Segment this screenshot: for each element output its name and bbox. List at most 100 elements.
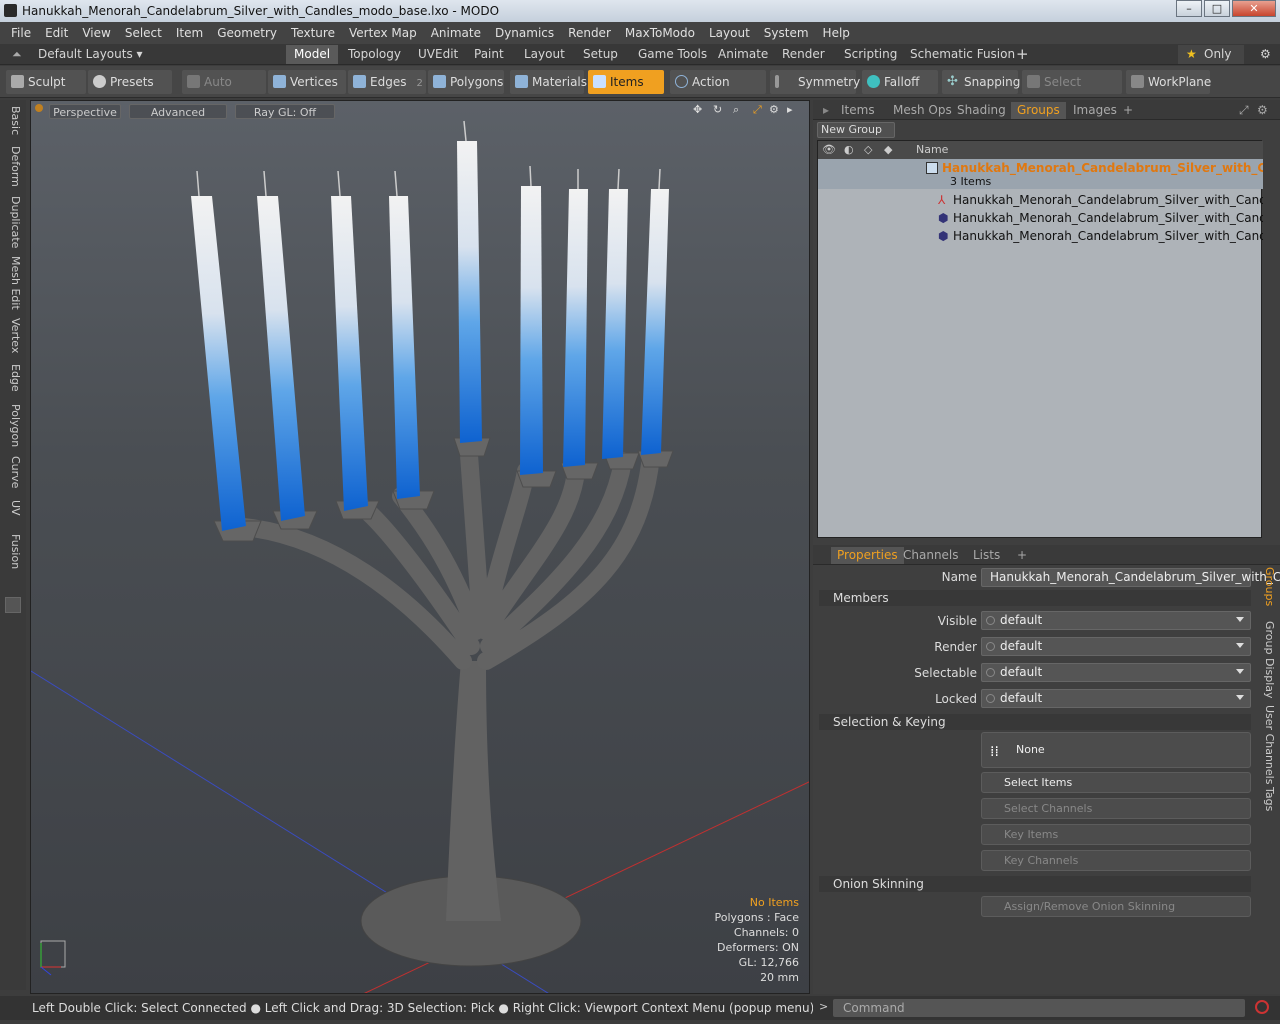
rotate-icon[interactable]: ↻ [713,103,722,116]
menu-dynamics[interactable]: Dynamics [488,26,561,40]
tab-paint[interactable]: Paint [466,45,512,64]
none-button[interactable]: ⁞⁞ None [981,732,1251,768]
tab-polygon[interactable]: Polygon [4,404,22,447]
add-tab-button[interactable]: + [1008,45,1037,64]
selectable-select[interactable]: default [981,663,1251,682]
menu-geometry[interactable]: Geometry [210,26,284,40]
tab-render[interactable]: Render [774,45,833,64]
lock-column-icon[interactable]: ◇ [864,141,872,159]
group-member-row[interactable]: ⬢ Hanukkah_Menorah_Candelabrum_Silver_wi… [818,227,1263,245]
onion-skinning-button[interactable]: Assign/Remove Onion Skinning [981,896,1251,917]
visible-select[interactable]: default [981,611,1251,630]
visible-column-icon[interactable]: 👁 [822,141,836,159]
menu-texture[interactable]: Texture [284,26,342,40]
view-type-button[interactable]: Perspective [49,104,121,119]
select-channels-button[interactable]: Select Channels [981,798,1251,819]
tab-duplicate[interactable]: Duplicate [4,196,22,248]
group-name-field[interactable]: Hanukkah_Menorah_Candelabrum_Silver_with… [981,568,1280,587]
render-column-icon[interactable]: ◐ [844,141,854,159]
tab-uv[interactable]: UV [4,500,22,516]
tab-scripting[interactable]: Scripting [836,45,905,64]
tab-topology[interactable]: Topology [340,45,409,64]
key-channels-button[interactable]: Key Channels [981,850,1251,871]
raygl-button[interactable]: Ray GL: Off [235,104,335,119]
shading-mode-button[interactable]: Advanced [129,104,227,119]
tab-lists[interactable]: Lists [967,547,1006,564]
workplane-button[interactable]: WorkPlane [1126,70,1211,94]
menu-maxtomodo[interactable]: MaxToModo [618,26,702,40]
menu-edit[interactable]: Edit [38,26,75,40]
select-through-button[interactable]: Select Through [1022,70,1122,113]
menu-layout[interactable]: Layout [702,26,757,40]
tab-layout[interactable]: Layout [516,45,573,64]
panel-menu-icon[interactable]: ▸ [817,102,835,119]
group-member-row[interactable]: ⅄ Hanukkah_Menorah_Candelabrum_Silver_wi… [818,191,1263,209]
gear-icon[interactable]: ⚙ [1252,45,1279,64]
zoom-icon[interactable]: ⌕ [733,103,739,117]
viewport-expand-icon[interactable]: ▸ [787,103,793,116]
falloff-button[interactable]: Falloff [862,70,938,94]
presets-button[interactable]: Presets F6 [88,70,172,113]
viewport-menu-icon[interactable] [35,104,43,112]
menu-vertex-map[interactable]: Vertex Map [342,26,424,40]
add-properties-tab-button[interactable]: + [1011,547,1033,564]
add-panel-tab-button[interactable]: + [1117,102,1139,119]
render-select[interactable]: default [981,637,1251,656]
side-tab-groups[interactable]: Groups [1258,567,1276,606]
maximize-button[interactable]: □ [1204,0,1230,17]
tab-uvedit[interactable]: UVEdit [410,45,466,64]
edges-button[interactable]: Edges 2 [348,70,426,94]
tab-basic[interactable]: Basic [4,106,22,135]
selection-keying-section[interactable]: Selection & Keying [819,714,1251,730]
tab-mesh-ops[interactable]: Mesh Ops [887,102,958,119]
tab-properties[interactable]: Properties [831,547,904,564]
command-input[interactable]: Command [833,999,1245,1017]
menu-file[interactable]: File [4,26,38,40]
auto-select-button[interactable]: Auto Select [182,70,266,113]
tab-model[interactable]: Model [286,45,339,64]
menu-render[interactable]: Render [561,26,618,40]
tab-schematic-fusion[interactable]: Schematic Fusion [902,45,1023,64]
viewport-settings-icon[interactable]: ⚙ [769,103,779,116]
tab-channels[interactable]: Channels [897,547,965,564]
sculpt-button[interactable]: Sculpt [6,70,86,94]
pan-icon[interactable]: ✥ [693,103,702,116]
materials-button[interactable]: Materials [510,70,587,94]
tab-vertex[interactable]: Vertex [4,318,22,353]
items-button[interactable]: Items [588,70,664,94]
tab-game-tools[interactable]: Game Tools [630,45,715,64]
tab-deform[interactable]: Deform [4,146,22,187]
tab-edge[interactable]: Edge [4,364,22,392]
panel-gear-icon[interactable]: ⚙ [1251,102,1274,119]
layout-collapse-icon[interactable]: ⏶ [4,45,30,64]
select-items-button[interactable]: Select Items [981,772,1251,793]
members-section[interactable]: Members [819,590,1251,606]
record-icon[interactable] [1255,1000,1269,1014]
close-button[interactable]: ✕ [1232,0,1276,17]
polygons-button[interactable]: Polygons [428,70,504,94]
action-center-button[interactable]: Action Center [670,70,766,113]
group-member-row[interactable]: ⬢ Hanukkah_Menorah_Candelabrum_Silver_wi… [818,209,1263,227]
menu-help[interactable]: Help [816,26,857,40]
fit-icon[interactable]: ⤢ [753,103,762,117]
only-toggle[interactable]: ★ Only [1178,45,1244,64]
3d-viewport[interactable]: Perspective Advanced Ray GL: Off ✥ ↻ ⌕ ⤢… [30,100,810,994]
tab-shading[interactable]: Shading [951,102,1012,119]
key-items-button[interactable]: Key Items [981,824,1251,845]
menu-item[interactable]: Item [169,26,210,40]
tab-groups[interactable]: Groups [1011,102,1066,119]
menu-system[interactable]: System [757,26,816,40]
menu-view[interactable]: View [75,26,117,40]
tab-animate[interactable]: Animate [710,45,776,64]
locked-select[interactable]: default [981,689,1251,708]
menu-select[interactable]: Select [118,26,169,40]
minimize-button[interactable]: – [1176,0,1202,17]
side-tab-tags[interactable]: Tags [1258,787,1276,811]
toolbox-expand-button[interactable] [5,597,21,613]
tab-setup[interactable]: Setup [575,45,626,64]
tab-fusion[interactable]: Fusion [4,534,22,569]
group-row[interactable]: Hanukkah_Menorah_Candelabrum_Silver_with… [818,159,1263,189]
onion-skinning-section[interactable]: Onion Skinning [819,876,1251,892]
side-tab-group-display[interactable]: Group Display [1258,621,1276,699]
tab-curve[interactable]: Curve [4,456,22,488]
